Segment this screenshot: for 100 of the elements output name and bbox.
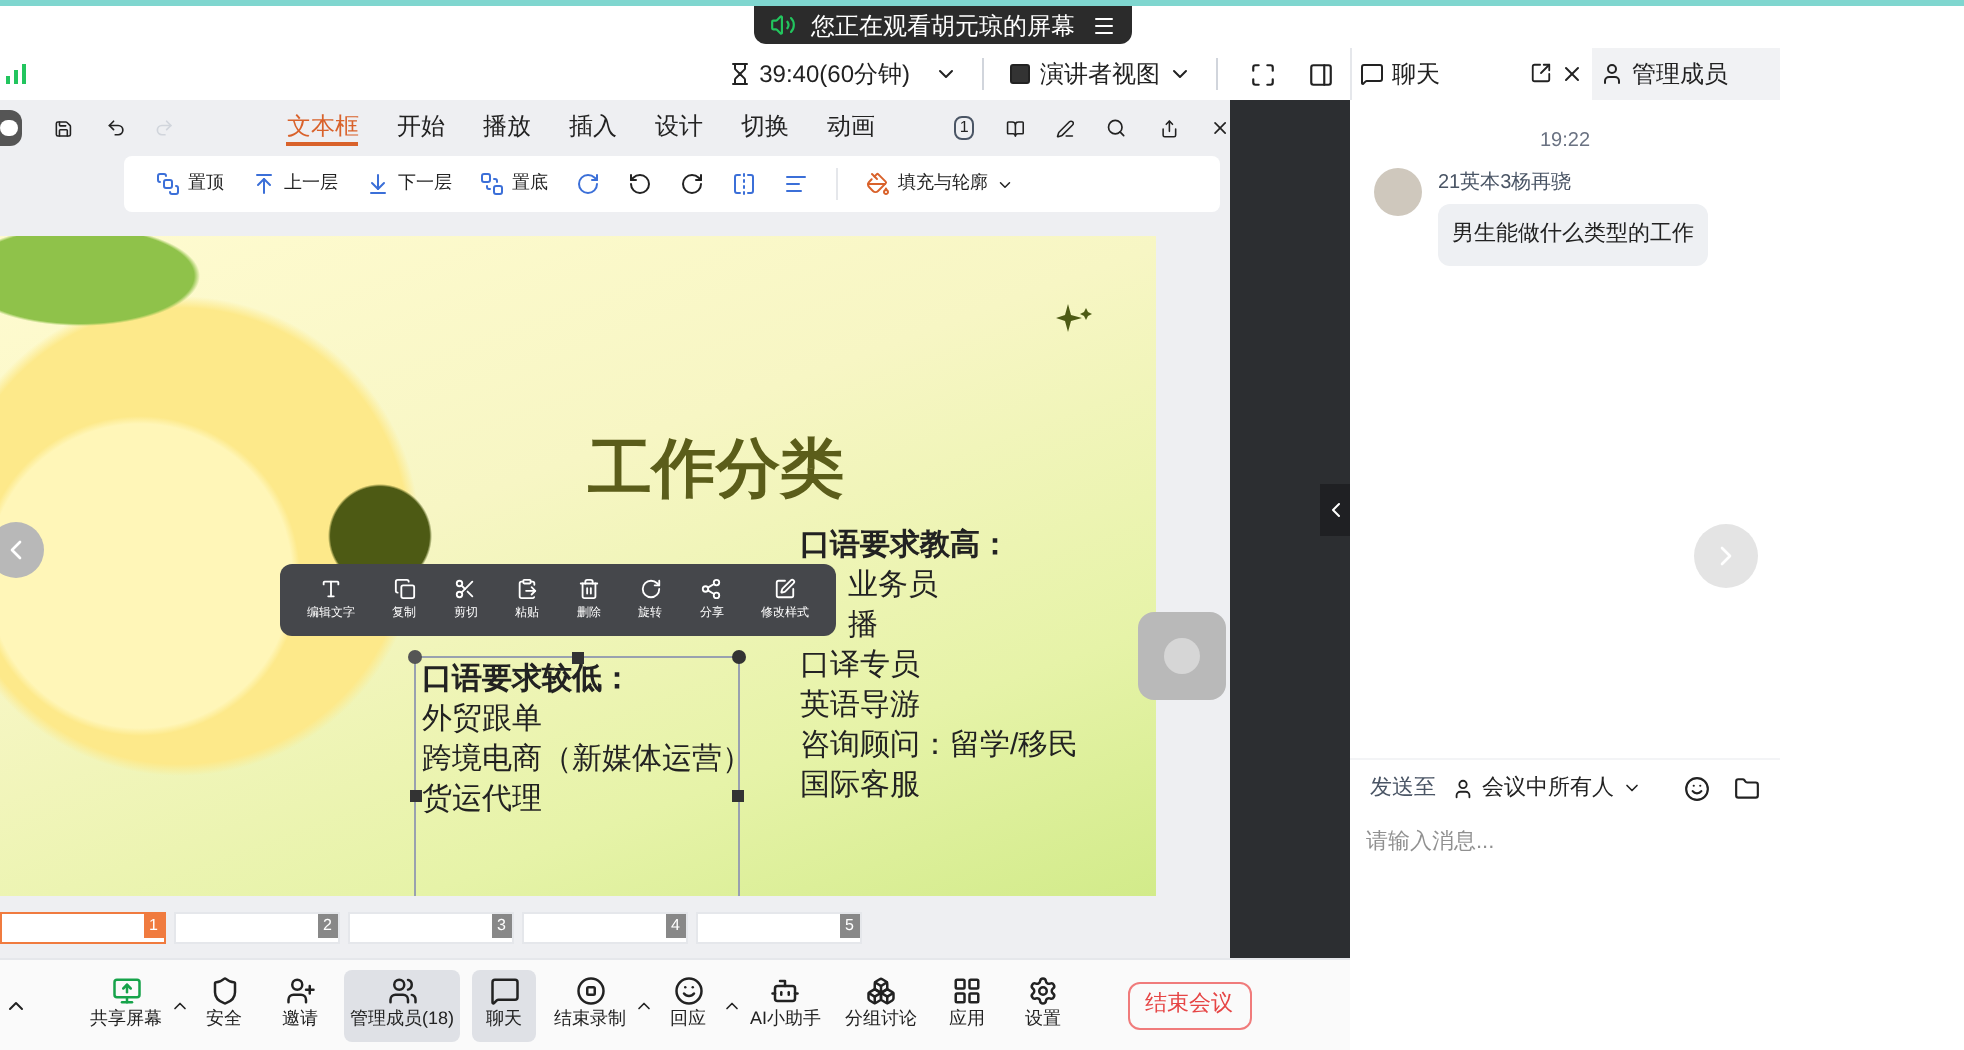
rotate-right-icon[interactable]: [680, 172, 704, 196]
slide-thumbnail[interactable]: 4: [522, 912, 688, 944]
slide-thumbnail[interactable]: 2: [174, 912, 340, 944]
folder-icon[interactable]: [1734, 775, 1760, 802]
toolbar-button[interactable]: 共享屏幕: [84, 969, 168, 1041]
pen-icon[interactable]: [1056, 115, 1075, 141]
emoji-icon[interactable]: [1684, 775, 1710, 802]
editor-tab[interactable]: 切换: [740, 110, 789, 146]
toolbar-button[interactable]: 聊天: [472, 969, 537, 1041]
share-icon[interactable]: [1159, 115, 1178, 141]
app-menu-icon[interactable]: [0, 110, 22, 146]
chat-icon: [1360, 62, 1384, 86]
menu-item-icon: [700, 577, 723, 599]
slide-heading: 口语要求教高：: [800, 526, 1010, 566]
ribbon-button[interactable]: 置底: [480, 170, 548, 198]
layer-icon: [366, 172, 390, 196]
message-input[interactable]: 请输入消息...: [1366, 825, 1766, 858]
close-icon[interactable]: [1560, 62, 1584, 86]
popout-icon[interactable]: [1530, 62, 1552, 84]
sender-name: 21英本3杨再骁: [1438, 169, 1574, 198]
editor-tab[interactable]: 设计: [654, 110, 703, 146]
undo-icon[interactable]: [106, 114, 127, 142]
editor-tab[interactable]: 播放: [482, 110, 531, 146]
align-icon[interactable]: [784, 172, 808, 196]
toolbar-button[interactable]: 安全: [192, 969, 256, 1041]
toolbar-icon: [770, 976, 801, 1007]
slide-list-item: 货运代理: [422, 780, 542, 820]
toolbar-button[interactable]: 分组讨论: [839, 969, 924, 1041]
speaker-icon: [769, 12, 795, 38]
toolbar-icon: [111, 976, 141, 1007]
resize-handle[interactable]: [410, 790, 422, 802]
redo-icon: [154, 114, 175, 142]
page-number-icon[interactable]: 1: [954, 116, 974, 140]
meeting-timer: 39:40(60分钟): [759, 58, 910, 92]
presenter-icon: [1008, 62, 1032, 86]
menu-icon[interactable]: [1091, 13, 1115, 37]
toolbar-button[interactable]: 设置: [1011, 969, 1076, 1041]
panel-tab[interactable]: 管理成员: [1592, 48, 1780, 100]
layer-icon: [156, 172, 180, 196]
toolbar-button[interactable]: AI小助手: [744, 969, 828, 1041]
avatar: [1374, 168, 1422, 216]
search-icon[interactable]: [1106, 114, 1128, 142]
ribbon-button[interactable]: 下一层: [366, 170, 452, 198]
resize-handle[interactable]: [572, 652, 584, 664]
layer-icon: [480, 172, 504, 196]
flip-icon[interactable]: [732, 172, 756, 196]
slide-thumbnail[interactable]: 3: [348, 912, 514, 944]
end-meeting-button[interactable]: 结束会议: [1127, 981, 1252, 1029]
fullscreen-icon[interactable]: [1250, 61, 1276, 87]
toolbar-button[interactable]: 回应: [656, 969, 721, 1041]
sparkle-icon: [1056, 304, 1092, 332]
toolbar-button[interactable]: 应用: [935, 969, 1000, 1041]
slide-list-item: 播: [848, 606, 878, 646]
toolbar-icon: [1028, 976, 1059, 1007]
layer-icon: [252, 172, 276, 196]
slide-thumbnail[interactable]: 5: [696, 912, 862, 944]
person-icon: [1452, 777, 1474, 800]
toolbar-icon: [866, 976, 897, 1007]
banner-text: 您正在观看胡元琼的屏幕: [811, 9, 1075, 43]
rotate-handle[interactable]: [408, 650, 422, 664]
person-icon: [1600, 62, 1624, 86]
slide-list-item: 口译专员: [800, 646, 920, 686]
slide-list-item: 外贸跟单: [422, 700, 542, 740]
collapse-tab[interactable]: [1320, 483, 1350, 535]
rotate-icon[interactable]: [576, 172, 600, 196]
slide-list-item: 国际客服: [800, 766, 920, 806]
toolbar-button[interactable]: 邀请: [268, 969, 332, 1041]
toolbar-icon: [387, 976, 417, 1007]
menu-item-icon: [639, 577, 662, 599]
toolbar-icon: [952, 976, 983, 1007]
save-icon[interactable]: [53, 115, 73, 141]
slide-list-item: 业务员: [848, 566, 938, 606]
menu-item-icon: [516, 577, 539, 599]
rotate-left-icon[interactable]: [628, 172, 652, 196]
side-panel-icon[interactable]: [1308, 61, 1334, 87]
menu-item-icon: [393, 577, 416, 599]
hourglass-icon: [727, 62, 752, 86]
editor-tab[interactable]: 开始: [396, 110, 445, 146]
toolbar-button[interactable]: 结束录制: [548, 969, 633, 1041]
presenter-view-button[interactable]: 演讲者视图: [1008, 56, 1192, 92]
slide-list-item: 跨境电商（新媒体运营）: [422, 740, 752, 780]
message-bubble: 男生能做什么类型的工作: [1438, 204, 1708, 265]
slide-title: 工作分类: [588, 430, 844, 508]
fill-outline-button[interactable]: 填充与轮廓: [866, 170, 1014, 198]
toolbar-icon: [489, 976, 520, 1007]
editor-tab[interactable]: 插入: [568, 110, 617, 146]
ribbon-button[interactable]: 上一层: [252, 170, 338, 198]
recipient-dropdown[interactable]: 会议中所有人: [1452, 772, 1642, 805]
toolbar-icon: [673, 976, 704, 1007]
signal-icon: [6, 64, 30, 84]
toolbar-icon: [209, 976, 239, 1007]
ribbon-button[interactable]: 置顶: [156, 170, 224, 198]
resize-handle[interactable]: [732, 790, 744, 802]
menu-item-icon: [774, 577, 797, 599]
toolbar-button[interactable]: 管理成员(18): [344, 969, 461, 1041]
menu-item-icon: [319, 577, 342, 599]
slide-list-item: 咨询顾问：留学/移民: [800, 726, 1079, 766]
resize-handle[interactable]: [732, 650, 746, 664]
book-icon[interactable]: [1005, 115, 1025, 141]
editor-tab[interactable]: 动画: [826, 110, 875, 146]
